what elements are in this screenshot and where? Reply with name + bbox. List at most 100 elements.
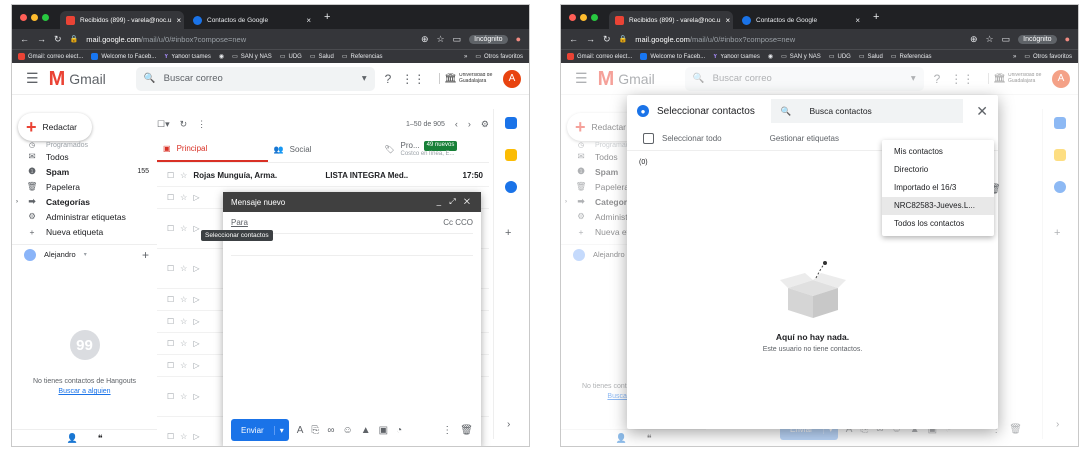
bookmark-san[interactable]: ▭ SAN y NAS — [781, 53, 821, 61]
prev-page-icon[interactable]: ‹ — [455, 119, 458, 129]
forward-icon[interactable]: → — [586, 34, 595, 44]
tab-gmail[interactable]: Recibidos (899) - varela@noc.u × — [609, 11, 733, 29]
reload-icon[interactable]: ↻ — [54, 34, 62, 45]
tab-social[interactable]: 👥 Social — [268, 137, 379, 162]
menu-item-imported[interactable]: Importado el 16/3 — [882, 179, 994, 197]
zoom-icon[interactable]: ⊕ — [970, 34, 978, 45]
more-icon[interactable]: ⋮ — [197, 119, 206, 130]
bookmark-other[interactable]: ▭ Otros favoritos — [1024, 53, 1072, 61]
hangouts-user[interactable]: Alejandro ▾ + — [12, 244, 157, 264]
sidebar-item-todos[interactable]: ✉Todos — [12, 149, 157, 164]
drive-icon[interactable]: ▲ — [361, 425, 371, 436]
close-icon[interactable]: ✕ — [976, 103, 988, 120]
reload-icon[interactable]: ↻ — [603, 34, 611, 45]
discard-icon[interactable]: 🗑 — [460, 425, 473, 436]
window-controls-icon[interactable]: _ ⤢ ✕ — [437, 197, 473, 207]
new-tab-icon[interactable]: + — [873, 11, 879, 23]
link-icon[interactable]: ∞ — [327, 425, 334, 436]
back-icon[interactable]: ← — [569, 34, 578, 44]
sidebar-item-categorias[interactable]: ›➡Categorías — [12, 194, 157, 209]
find-someone-link[interactable]: Buscar a alguien — [12, 388, 157, 395]
menu-item-directory[interactable]: Directorio — [882, 161, 994, 179]
bookmark-yahoo[interactable]: Y Yahoo! Games — [713, 54, 760, 60]
keep-icon[interactable] — [505, 149, 517, 161]
select-checkbox-icon[interactable]: ☐▾ — [157, 119, 170, 130]
menu-dots-icon[interactable]: ● — [1065, 34, 1070, 44]
menu-item-all-contacts[interactable]: Todos los contactos — [882, 215, 994, 233]
expand-panel-icon[interactable]: › — [507, 419, 510, 430]
help-icon[interactable]: ? — [385, 72, 392, 86]
attach-icon[interactable]: ⎘ — [311, 425, 319, 436]
search-icon[interactable]: 🔍 — [144, 73, 156, 84]
menu-dots-icon[interactable]: ● — [516, 34, 521, 44]
close-icon[interactable]: × — [726, 16, 731, 25]
bookmark-other[interactable]: ▭ Otros favoritos — [475, 53, 523, 61]
search-bar[interactable]: 🔍 Buscar correo ▾ — [135, 66, 375, 91]
sidebar-item-admin-labels[interactable]: ⚙Administrar etiquetas — [12, 209, 157, 224]
gmail-logo-icon[interactable]: M — [49, 69, 66, 89]
person-icon[interactable]: 👤 — [66, 433, 77, 444]
close-icon[interactable]: × — [855, 16, 860, 25]
select-all-label[interactable]: Seleccionar todo — [662, 134, 722, 143]
star-icon[interactable]: ☆ — [437, 34, 445, 45]
avatar[interactable]: A — [503, 69, 521, 88]
incognito-badge[interactable]: Incógnito — [469, 34, 508, 44]
refresh-icon[interactable]: ↻ — [180, 119, 188, 130]
more-bookmarks[interactable]: » — [1013, 54, 1016, 60]
table-row[interactable]: ☐ ☆ Rojas Munguía, Arma. LISTA INTEGRA Me… — [157, 165, 489, 187]
github-icon[interactable]: ◉ — [219, 53, 224, 60]
next-page-icon[interactable]: › — [468, 119, 471, 129]
bookmark-udg[interactable]: ▭ UDG — [829, 53, 851, 61]
search-options-icon[interactable]: ▾ — [362, 73, 367, 84]
bookmark-gmail[interactable]: Gmail: correo elect... — [567, 53, 632, 60]
contact-search-input[interactable]: 🔍 Busca contactos — [770, 99, 963, 123]
forward-icon[interactable]: → — [37, 34, 46, 44]
bookmark-yahoo[interactable]: Y Yahoo! Games — [164, 54, 211, 60]
bookmark-san[interactable]: ▭ SAN y NAS — [232, 53, 272, 61]
new-tab-icon[interactable]: + — [324, 11, 330, 23]
bookmark-facebook[interactable]: Welcome to Faceb... — [91, 53, 156, 60]
tab-contacts[interactable]: Contactos de Google × — [736, 11, 866, 29]
bookmark-salud[interactable]: ▭ Salud — [859, 53, 883, 61]
close-icon[interactable]: × — [306, 16, 311, 25]
zoom-icon[interactable]: ⊕ — [421, 34, 429, 45]
incognito-badge[interactable]: Incógnito — [1018, 34, 1057, 44]
menu-item-nrc[interactable]: NRC82583-Jueves.L... — [882, 197, 994, 215]
compose-header[interactable]: Mensaje nuevo _ ⤢ ✕ — [223, 192, 481, 212]
sidebar-item-spam[interactable]: ❶Spam155 — [12, 164, 157, 179]
close-icon[interactable]: × — [177, 16, 182, 25]
apps-grid-icon[interactable]: ⋮⋮ — [401, 72, 425, 86]
tasks-icon[interactable] — [505, 181, 517, 193]
window-controls[interactable] — [20, 13, 49, 21]
tab-promotions[interactable]: 🏷 Pro... 49 nuevos Costco en línea, E... — [378, 137, 489, 162]
cast-icon[interactable]: ▭ — [1002, 34, 1011, 45]
more-bookmarks[interactable]: » — [464, 54, 467, 60]
sidebar-item-new-label[interactable]: +Nueva etiqueta — [12, 224, 157, 239]
hamburger-icon[interactable]: ☰ — [26, 70, 39, 87]
calendar-icon[interactable] — [505, 117, 517, 129]
send-button[interactable]: Enviar▾ — [231, 419, 289, 441]
add-addon-icon[interactable]: + — [505, 227, 511, 239]
window-controls[interactable] — [569, 13, 598, 21]
format-text-icon[interactable]: A — [297, 425, 304, 436]
compose-button[interactable]: + Redactar — [18, 113, 92, 141]
to-label[interactable]: Para — [231, 218, 248, 227]
star-icon[interactable]: ☆ — [986, 34, 994, 45]
chat-icon[interactable]: ❝ — [98, 433, 103, 444]
cast-icon[interactable]: ▭ — [453, 34, 462, 45]
sidebar-item-programados[interactable]: ◷Programados — [12, 141, 157, 150]
bookmark-referencias[interactable]: ▭ Referencias — [891, 53, 932, 61]
menu-item-my-contacts[interactable]: Mis contactos — [882, 143, 994, 161]
tab-contacts[interactable]: Contactos de Google × — [187, 11, 317, 29]
bookmark-udg[interactable]: ▭ UDG — [280, 53, 302, 61]
cc-bcc-link[interactable]: Cc CCO — [443, 218, 473, 227]
bookmark-gmail[interactable]: Gmail: correo elect... — [18, 53, 83, 60]
more-options-icon[interactable]: ⋮ — [442, 425, 452, 436]
bookmark-facebook[interactable]: Welcome to Faceb... — [640, 53, 705, 60]
sidebar-item-papelera[interactable]: 🗑Papelera — [12, 179, 157, 194]
address-bar[interactable]: mail.google.com/mail/u/0/#inbox?compose=… — [635, 35, 962, 44]
manage-labels-button[interactable]: Gestionar etiquetas — [770, 134, 839, 143]
github-icon[interactable]: ◉ — [768, 53, 773, 60]
emoji-icon[interactable]: ☺ — [343, 425, 353, 436]
bookmark-salud[interactable]: ▭ Salud — [310, 53, 334, 61]
